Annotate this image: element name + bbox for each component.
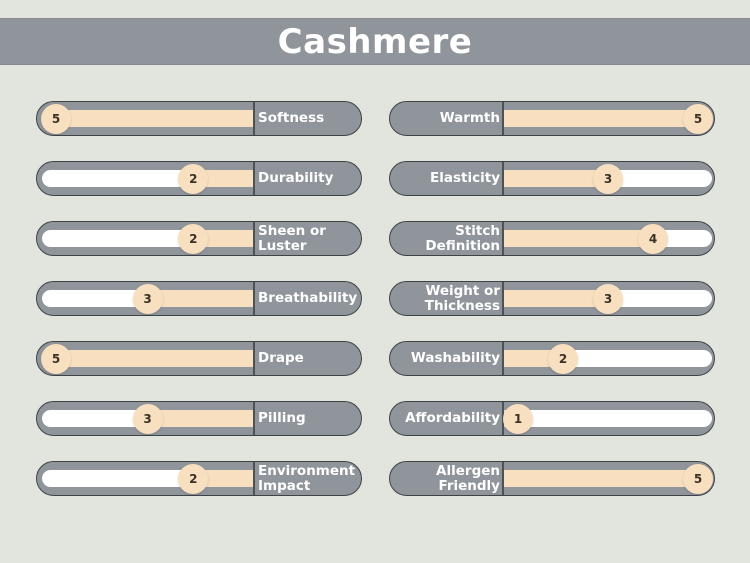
rating-label: Drape [258,350,304,366]
rating-label: Affordability [405,410,500,426]
rating-track: 2 [504,343,712,374]
rating-fill [42,350,253,367]
rating-value-badge: 5 [41,343,71,374]
rating-row-elasticity: Elasticity 3 [389,161,715,196]
rating-value-badge: 3 [132,403,163,434]
rating-fill [504,230,653,247]
row-divider [253,162,255,195]
row-divider [253,462,255,495]
rating-value-badge: 5 [683,463,713,494]
row-divider [253,222,255,255]
rating-label: Breathability [258,290,358,306]
page-title: Cashmere [277,21,473,62]
rating-track: 1 [503,403,712,434]
rating-row-warmth: Warmth 5 [389,101,715,136]
title-bar: Cashmere [0,18,750,65]
rating-track: 3 [504,163,712,194]
rating-label: Softness [258,110,325,126]
rating-fill [504,110,712,127]
rating-track: 2 [42,223,253,254]
rating-value-badge: 3 [593,163,623,194]
rating-row-allergen-friendly: Allergen Friendly 5 [389,461,715,496]
rating-value-badge: 2 [178,223,209,254]
rating-row-sheen-or-luster: Sheen or Luster 2 [36,221,362,256]
rating-row-environment-impact: Environment Impact 2 [36,461,362,496]
rating-label: Elasticity [430,170,500,186]
rating-label: Weight or Thickness [424,282,500,314]
rating-row-stitch-definition: Stitch Definition 4 [389,221,715,256]
rating-value-badge: 2 [548,343,578,374]
rating-value-badge: 5 [683,103,713,134]
rating-track: 5 [504,463,713,494]
rating-row-washability: Washability 2 [389,341,715,376]
rating-track: 2 [42,463,253,494]
rating-label: Washability [410,350,500,366]
rating-value-badge: 5 [41,103,71,134]
rating-track: 3 [42,403,253,434]
rating-row-breathability: Breathability 3 [36,281,362,316]
rating-label: Sheen or Luster [258,222,326,254]
rating-row-weight-or-thickness: Weight or Thickness 3 [389,281,715,316]
rating-label: Durability [258,170,334,186]
rating-label: Pilling [258,410,306,426]
rating-track: 5 [41,343,253,374]
rating-fill [147,290,253,307]
rating-label: Environment Impact [258,462,356,494]
rating-label: Allergen Friendly [436,462,500,494]
rating-track: 5 [41,103,253,134]
row-divider [253,402,255,435]
rating-row-durability: Durability 2 [36,161,362,196]
rating-row-pilling: Pilling 3 [36,401,362,436]
rating-value-badge: 1 [503,403,533,434]
rating-label: Warmth [439,110,500,126]
rating-row-affordability: Affordability 1 [389,401,715,436]
rating-row-drape: Drape 5 [36,341,362,376]
rating-value-badge: 2 [178,163,209,194]
row-divider [253,102,255,135]
rating-value-badge: 4 [638,223,668,254]
rating-row-softness: Softness 5 [36,101,362,136]
rating-track: 5 [504,103,713,134]
rating-track: 3 [504,283,712,314]
rating-value-badge: 2 [178,463,209,494]
rating-track: 2 [42,163,253,194]
row-divider [253,342,255,375]
rating-track: 4 [504,223,712,254]
rating-track: 3 [42,283,253,314]
rating-fill [147,410,253,427]
rating-value-badge: 3 [593,283,623,314]
rating-label: Stitch Definition [425,222,500,254]
rating-fill [504,470,712,487]
rating-fill [42,110,253,127]
rating-value-badge: 3 [132,283,163,314]
row-divider [253,282,255,315]
